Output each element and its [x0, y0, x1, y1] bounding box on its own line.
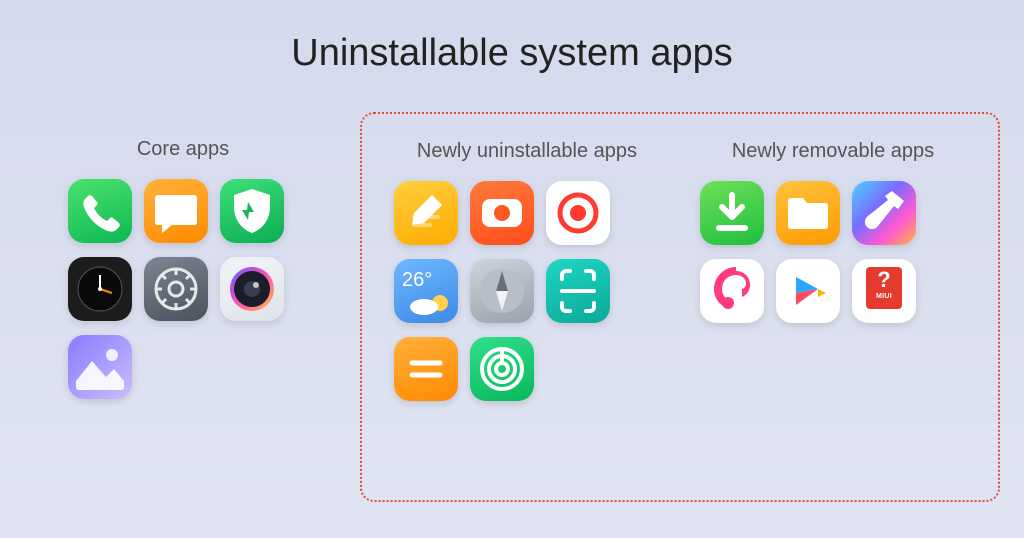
- messages-icon[interactable]: [144, 179, 208, 243]
- newly-removable-section: Newly removable apps ? MIUI: [700, 140, 966, 480]
- newly-removable-grid: ? MIUI: [700, 181, 966, 323]
- newly-uninstallable-label: Newly uninstallable apps: [394, 140, 660, 163]
- settings-icon[interactable]: [144, 257, 208, 321]
- downloads-icon[interactable]: [700, 181, 764, 245]
- screen-recorder-icon[interactable]: [546, 181, 610, 245]
- themes-icon[interactable]: [852, 181, 916, 245]
- share-icon[interactable]: [470, 337, 534, 401]
- highlighted-apps-box: Newly uninstallable apps 26°: [360, 112, 1000, 502]
- feedback-badge: ? MIUI: [866, 267, 902, 309]
- weather-icon[interactable]: 26°: [394, 259, 458, 323]
- newly-uninstallable-grid: 26°: [394, 181, 660, 401]
- file-manager-icon[interactable]: [776, 181, 840, 245]
- scanner-icon[interactable]: [546, 259, 610, 323]
- security-icon[interactable]: [220, 179, 284, 243]
- newly-uninstallable-section: Newly uninstallable apps 26°: [394, 140, 660, 480]
- core-apps-label: Core apps: [68, 138, 298, 161]
- camera-icon[interactable]: [220, 257, 284, 321]
- music-icon[interactable]: [700, 259, 764, 323]
- page-title: Uninstallable system apps: [0, 32, 1024, 75]
- phone-icon[interactable]: [68, 179, 132, 243]
- core-apps-grid: [68, 179, 298, 399]
- video-icon[interactable]: [776, 259, 840, 323]
- core-apps-section: Core apps: [68, 138, 298, 399]
- newly-removable-label: Newly removable apps: [700, 140, 966, 163]
- gallery-icon[interactable]: [68, 335, 132, 399]
- notes-icon[interactable]: [394, 181, 458, 245]
- feedback-icon[interactable]: ? MIUI: [852, 259, 916, 323]
- compass-icon[interactable]: [470, 259, 534, 323]
- weather-value: 26°: [402, 269, 432, 292]
- recorder-icon[interactable]: [470, 181, 534, 245]
- clock-icon[interactable]: [68, 257, 132, 321]
- calculator-icon[interactable]: [394, 337, 458, 401]
